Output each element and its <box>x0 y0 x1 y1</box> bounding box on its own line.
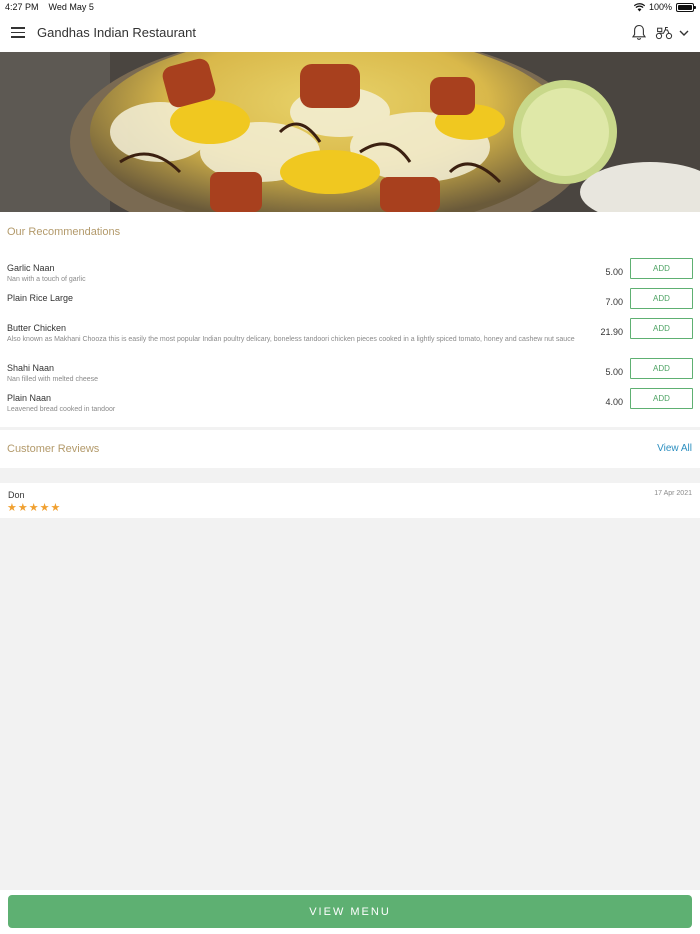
menu-item-description: Leavened bread cooked in tandoor <box>7 406 116 413</box>
menu-item-description: Also known as Makhani Chooza this is eas… <box>7 336 575 343</box>
reviews-header: Customer Reviews View All <box>0 430 700 468</box>
review-date: 17 Apr 2021 <box>654 490 692 497</box>
menu-item-price: 7.00 <box>605 297 623 307</box>
navbar: Gandhas Indian Restaurant <box>0 14 700 52</box>
chevron-down-icon[interactable] <box>678 27 690 39</box>
bottom-bar: VIEW MENU <box>0 890 700 934</box>
menu-item-description: Nan with a touch of garlic <box>7 276 86 283</box>
star-icon: ★ <box>39 502 50 514</box>
add-button[interactable]: ADD <box>630 388 693 409</box>
menu-item-price: 21.90 <box>600 327 623 337</box>
menu-item-price: 5.00 <box>605 267 623 277</box>
bell-icon[interactable] <box>631 24 647 41</box>
reviews-title: Customer Reviews <box>7 443 100 455</box>
view-menu-button[interactable]: VIEW MENU <box>8 895 692 928</box>
view-all-link[interactable]: View All <box>657 443 692 454</box>
add-button[interactable]: ADD <box>630 288 693 309</box>
star-icon: ★ <box>17 502 28 514</box>
star-icon: ★ <box>50 502 61 514</box>
review-card: Don 17 Apr 2021 ★ ★ ★ ★ ★ <box>0 483 700 518</box>
battery-icon <box>676 2 696 12</box>
add-button[interactable]: ADD <box>630 318 693 339</box>
star-rating: ★ ★ ★ ★ ★ <box>7 502 61 514</box>
delivery-scooter-icon[interactable] <box>655 25 673 40</box>
restaurant-title: Gandhas Indian Restaurant <box>37 25 196 40</box>
reviewer-name: Don <box>8 490 25 500</box>
menu-item-price: 4.00 <box>605 397 623 407</box>
menu-item-name: Garlic Naan <box>7 263 55 273</box>
add-button[interactable]: ADD <box>630 258 693 279</box>
menu-item-name: Plain Rice Large <box>7 293 74 303</box>
menu-item-description: Nan filled with melted cheese <box>7 376 99 383</box>
status-time: 4:27 PM <box>5 2 39 12</box>
star-icon: ★ <box>28 502 39 514</box>
hamburger-menu-icon[interactable] <box>11 27 25 38</box>
status-date: Wed May 5 <box>48 2 94 12</box>
recommendations-title: Our Recommendations <box>7 226 121 238</box>
battery-percent: 100% <box>648 2 672 12</box>
star-icon: ★ <box>7 502 17 514</box>
wifi-icon <box>633 2 645 11</box>
menu-item-price: 5.00 <box>605 367 623 377</box>
hero-food-image <box>0 52 700 212</box>
recommendations-section: Our Recommendations Garlic Naan Nan with… <box>0 212 700 427</box>
menu-item-name: Shahi Naan <box>7 363 55 373</box>
add-button[interactable]: ADD <box>630 358 693 379</box>
menu-item-name: Plain Naan <box>7 393 52 403</box>
menu-item-name: Butter Chicken <box>7 323 67 333</box>
status-bar: 4:27 PM Wed May 5 100% <box>0 0 700 14</box>
